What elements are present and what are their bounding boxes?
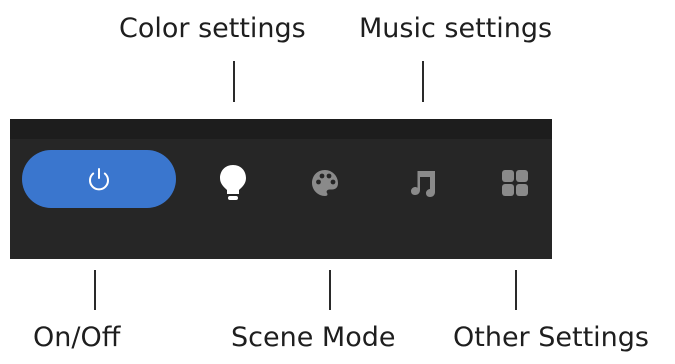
other-settings-leader	[515, 270, 517, 310]
device-toolbar	[10, 119, 552, 259]
power-button[interactable]	[22, 150, 176, 208]
grid-icon	[502, 170, 528, 196]
scene-mode-label: Scene Mode	[231, 322, 396, 353]
music-settings-button[interactable]	[403, 163, 443, 203]
music-settings-label: Music settings	[359, 13, 553, 44]
power-icon	[89, 168, 109, 191]
color-settings-button[interactable]	[213, 163, 253, 203]
lightbulb-icon	[220, 165, 246, 200]
on-off-leader	[94, 270, 96, 310]
other-settings-button[interactable]	[495, 163, 535, 203]
color-settings-leader	[233, 61, 235, 102]
music-settings-leader	[422, 61, 424, 102]
music-note-icon	[411, 171, 435, 197]
other-settings-label: Other Settings	[453, 322, 649, 353]
toolbar-top-strip	[10, 119, 552, 139]
color-settings-label: Color settings	[119, 13, 306, 44]
palette-icon	[312, 170, 338, 196]
scene-mode-leader	[329, 270, 331, 310]
scene-mode-button[interactable]	[305, 163, 345, 203]
on-off-label: On/Off	[33, 322, 121, 353]
